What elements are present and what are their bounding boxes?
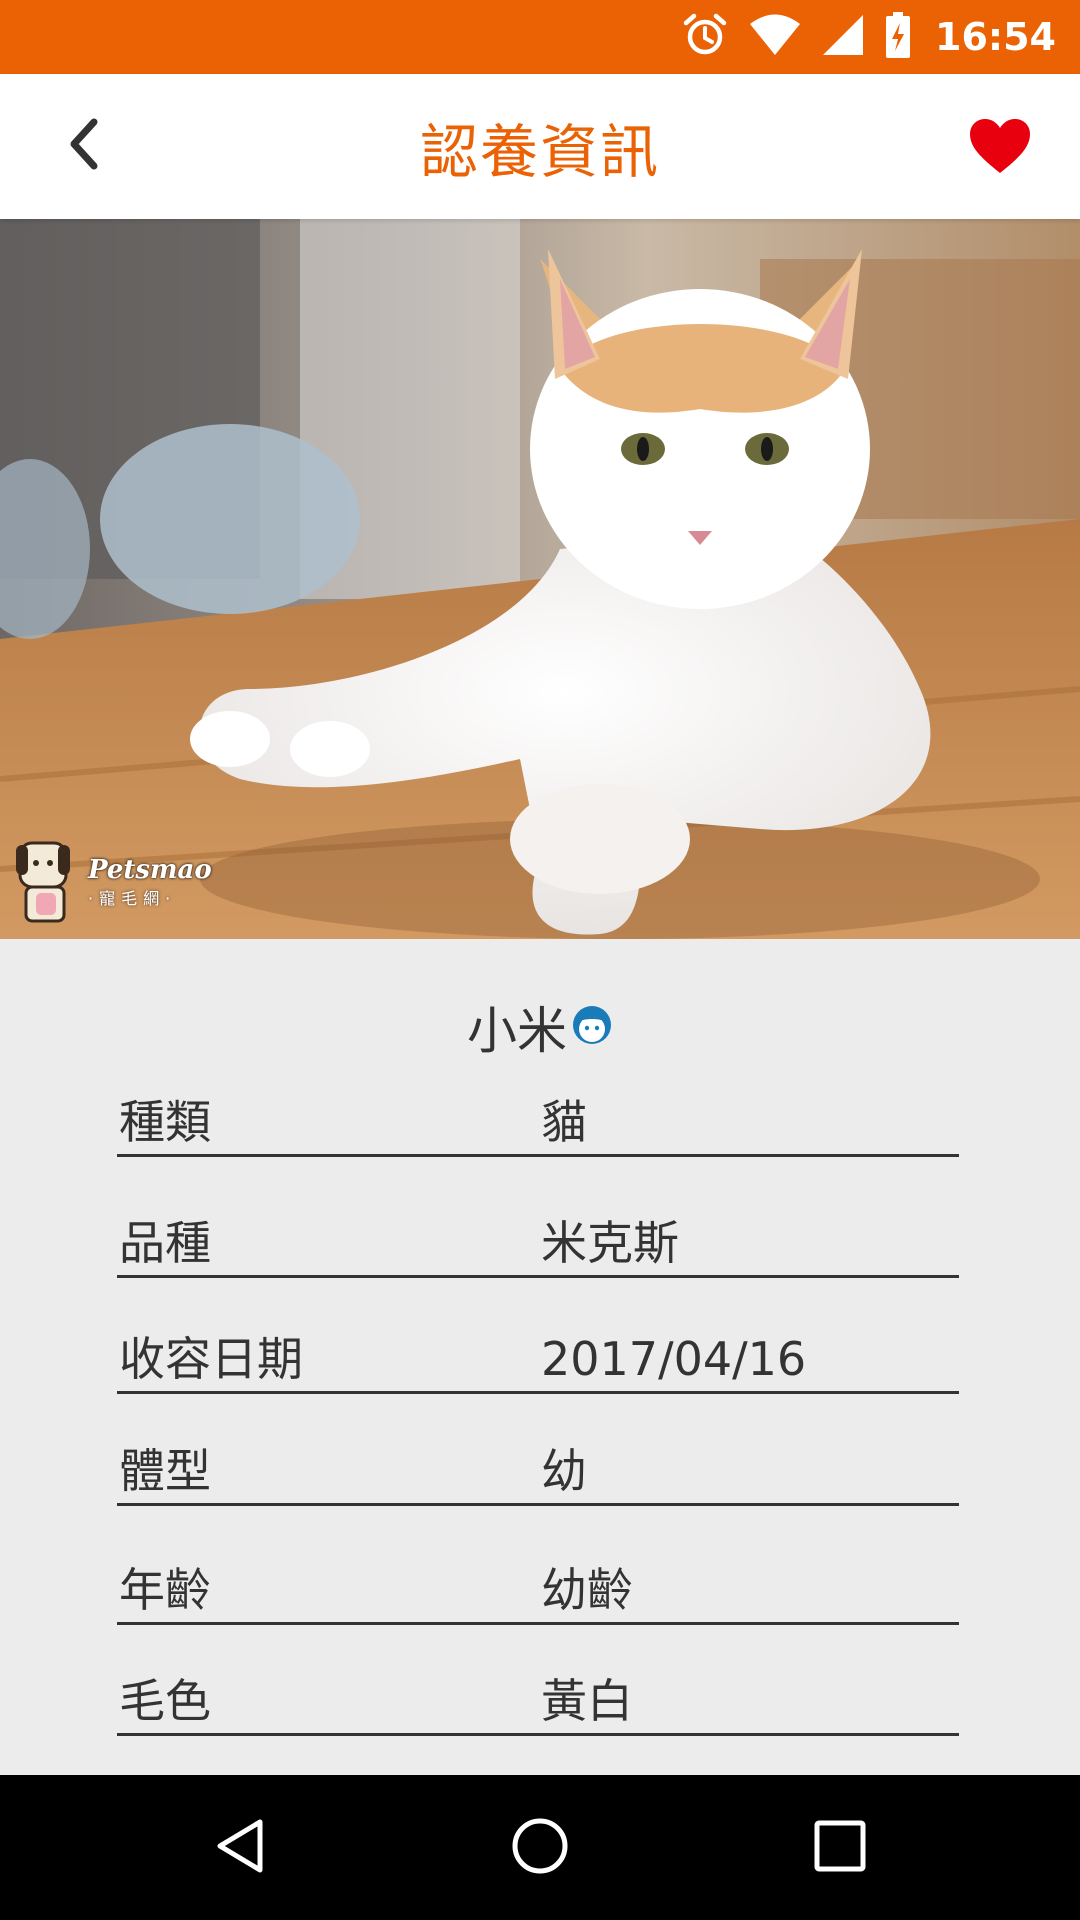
watermark-text: Petsmao ·寵毛網· [88, 855, 212, 909]
recents-square-icon [812, 1818, 868, 1878]
pet-details: 小米 種類 貓 品種 米克斯 收容日期 2017/04/16 體型 幼 年齡 幼… [0, 939, 1080, 1775]
alarm-icon [681, 11, 729, 63]
watermark-brand: Petsmao [88, 855, 212, 885]
chevron-left-icon [64, 116, 104, 176]
back-triangle-icon [210, 1816, 270, 1880]
info-value: 黃白 [541, 1674, 633, 1728]
nav-home-button[interactable] [460, 1775, 620, 1920]
status-icons: 16:54 [681, 0, 1056, 74]
info-value: 幼齡 [541, 1563, 633, 1617]
favorite-button[interactable] [964, 112, 1036, 184]
info-value: 幼 [541, 1444, 587, 1498]
male-face-icon [571, 1004, 613, 1050]
watermark-sub: ·寵毛網· [88, 889, 177, 908]
dog-logo-icon [14, 835, 80, 929]
info-label: 收容日期 [119, 1332, 303, 1386]
info-row-age: 年齡 幼齡 [117, 1552, 959, 1625]
info-row-species: 種類 貓 [117, 1084, 959, 1157]
pet-name-row: 小米 [0, 987, 1080, 1067]
info-label: 體型 [119, 1444, 211, 1498]
wifi-icon [749, 13, 801, 61]
battery-charging-icon [885, 12, 911, 62]
signal-icon [821, 13, 865, 61]
home-circle-icon [510, 1816, 570, 1880]
pet-name: 小米 [467, 1002, 567, 1060]
status-time: 16:54 [935, 15, 1056, 59]
info-value: 2017/04/16 [541, 1332, 807, 1386]
back-button[interactable] [52, 114, 116, 178]
cat-photo-illustration [0, 219, 1080, 939]
info-row-coat-color: 毛色 黃白 [117, 1663, 959, 1736]
info-row-intake-date: 收容日期 2017/04/16 [117, 1321, 959, 1394]
heart-icon [968, 117, 1032, 179]
info-row-size: 體型 幼 [117, 1433, 959, 1506]
info-row-breed: 品種 米克斯 [117, 1205, 959, 1278]
page-title: 認養資訊 [419, 117, 660, 186]
info-value: 米克斯 [541, 1216, 679, 1270]
nav-recents-button[interactable] [760, 1775, 920, 1920]
info-value: 貓 [541, 1095, 587, 1149]
nav-back-button[interactable] [160, 1775, 320, 1920]
info-label: 種類 [119, 1095, 211, 1149]
app-bar: 認養資訊 [0, 74, 1080, 219]
info-label: 毛色 [119, 1674, 211, 1728]
info-label: 品種 [119, 1216, 211, 1270]
watermark: Petsmao ·寵毛網· [14, 837, 212, 927]
status-bar: 16:54 [0, 0, 1080, 74]
info-label: 年齡 [119, 1563, 211, 1617]
system-nav-bar [0, 1775, 1080, 1920]
pet-photo: Petsmao ·寵毛網· [0, 219, 1080, 939]
